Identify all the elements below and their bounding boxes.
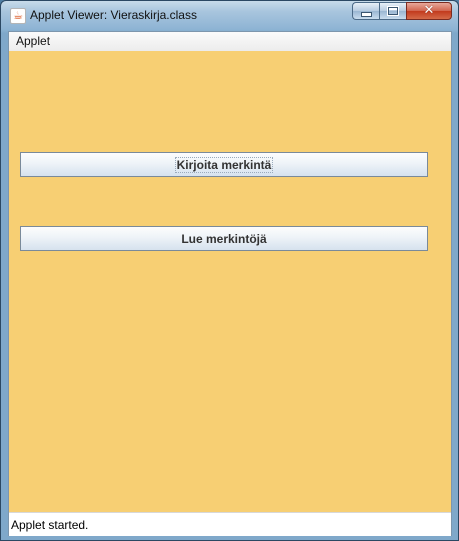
- minimize-button[interactable]: [352, 2, 379, 20]
- window-title: Applet Viewer: Vieraskirja.class: [30, 8, 197, 22]
- menu-bar: Applet: [9, 32, 451, 52]
- status-text: Applet started.: [11, 518, 89, 532]
- maximize-icon: [388, 7, 398, 15]
- applet-viewer-window: ☕ Applet Viewer: Vieraskirja.class ✕ App…: [0, 0, 459, 541]
- window-client-area: Applet Kirjoita merkintä Lue merkintöjä …: [8, 31, 452, 536]
- java-cup-icon[interactable]: ☕: [10, 8, 26, 24]
- write-entry-button-label: Kirjoita merkintä: [174, 156, 274, 173]
- close-icon: ✕: [423, 3, 435, 18]
- read-entries-button-label: Lue merkintöjä: [181, 231, 267, 246]
- status-bar: Applet started.: [9, 512, 451, 536]
- read-entries-button[interactable]: Lue merkintöjä: [20, 226, 428, 251]
- write-entry-button[interactable]: Kirjoita merkintä: [20, 152, 428, 177]
- window-controls: ✕: [352, 2, 452, 20]
- close-button[interactable]: ✕: [406, 2, 452, 20]
- menu-applet[interactable]: Applet: [16, 34, 50, 48]
- title-bar[interactable]: ☕ Applet Viewer: Vieraskirja.class ✕: [1, 1, 458, 31]
- applet-panel: Kirjoita merkintä Lue merkintöjä: [9, 51, 451, 511]
- minimize-icon: [360, 11, 372, 17]
- maximize-button[interactable]: [379, 2, 406, 20]
